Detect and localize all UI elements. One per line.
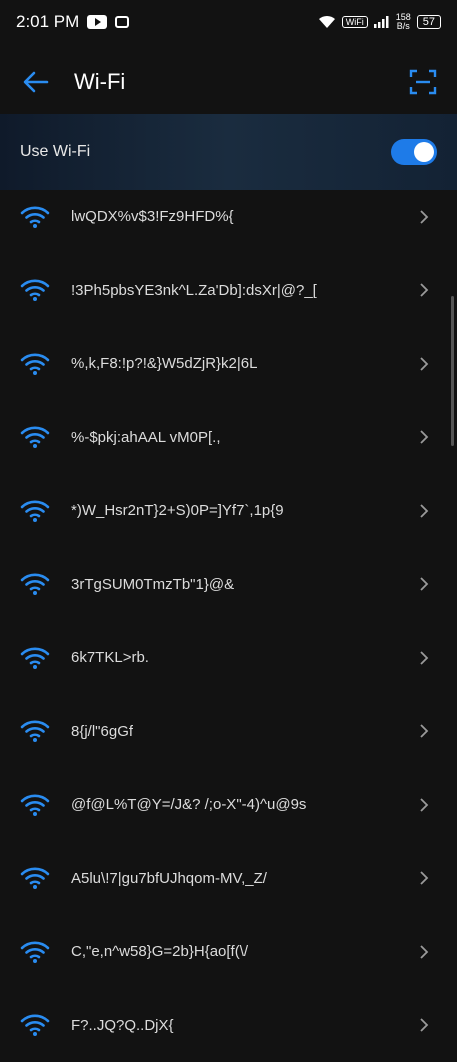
status-time: 2:01 PM	[16, 12, 79, 32]
network-item[interactable]: A5lu\!7|gu7bfUJhqom-MV,_Z/	[0, 842, 457, 916]
chevron-right-icon	[419, 870, 429, 886]
wifi-badge: WiFi	[342, 16, 368, 28]
back-button[interactable]	[16, 62, 56, 102]
network-name: C,"e,n^w58}G=2b}H{ao[f(\/	[71, 943, 248, 960]
network-item[interactable]: 8{j/l"6gGf	[0, 695, 457, 769]
network-name: !3Ph5pbsYE3nk^L.Za'Db]:dsXr|@?_[	[71, 282, 317, 299]
network-name: A5lu\!7|gu7bfUJhqom-MV,_Z/	[71, 870, 267, 887]
wifi-icon	[20, 352, 50, 376]
network-name: %-$pkj:ahAAL vM0P[.,	[71, 429, 221, 446]
wifi-icon	[20, 646, 50, 670]
wifi-icon	[20, 940, 50, 964]
chevron-right-icon	[419, 650, 429, 666]
scan-qr-button[interactable]	[407, 66, 439, 98]
chevron-right-icon	[419, 1017, 429, 1033]
wifi-icon	[20, 499, 50, 523]
network-item[interactable]: 3rTgSUM0TmzTb"1}@&	[0, 548, 457, 622]
battery-indicator: 57	[417, 15, 441, 29]
wifi-icon	[20, 278, 50, 302]
page-title: Wi-Fi	[74, 69, 125, 95]
network-name: lwQDX%v$3!Fz9HFD%{	[71, 208, 234, 225]
speed-unit: B/s	[396, 22, 411, 31]
network-item[interactable]: lwQDX%v$3!Fz9HFD%{	[0, 180, 457, 254]
chevron-right-icon	[419, 282, 429, 298]
scrollbar[interactable]	[451, 296, 454, 446]
network-name: 8{j/l"6gGf	[71, 723, 133, 740]
message-icon	[115, 16, 129, 28]
use-wifi-toggle[interactable]	[391, 139, 437, 165]
qr-scan-icon	[407, 66, 439, 98]
network-speed: 158 B/s	[396, 13, 411, 31]
status-bar: 2:01 PM WiFi 158 B/s 57	[0, 0, 457, 44]
network-name: %,k,F8:!p?!&}W5dZjR}k2|6L	[71, 355, 257, 372]
network-item[interactable]: F?..JQ?Q..DjX{	[0, 989, 457, 1062]
use-wifi-row: Use Wi-Fi	[0, 114, 457, 190]
network-name: F?..JQ?Q..DjX{	[71, 1017, 174, 1034]
network-name: @f@L%T@Y=/J&? /;o-X"-4)^u@9s	[71, 796, 306, 813]
status-right: WiFi 158 B/s 57	[318, 13, 441, 31]
network-item[interactable]: !3Ph5pbsYE3nk^L.Za'Db]:dsXr|@?_[	[0, 254, 457, 328]
network-item[interactable]: *)W_Hsr2nT}2+S)0P=]Yf7`,1p{9	[0, 474, 457, 548]
chevron-right-icon	[419, 797, 429, 813]
chevron-right-icon	[419, 356, 429, 372]
network-item[interactable]: 6k7TKL>rb.	[0, 621, 457, 695]
chevron-right-icon	[419, 503, 429, 519]
wifi-icon	[20, 719, 50, 743]
youtube-icon	[87, 15, 107, 29]
wifi-signal-icon	[318, 15, 336, 29]
network-list: lwQDX%v$3!Fz9HFD%{ !3Ph5pbsYE3nk^L.Za'Db]…	[0, 180, 457, 1062]
use-wifi-label: Use Wi-Fi	[20, 143, 90, 161]
chevron-right-icon	[419, 944, 429, 960]
chevron-right-icon	[419, 209, 429, 225]
arrow-left-icon	[23, 71, 49, 93]
wifi-icon	[20, 1013, 50, 1037]
cell-signal-icon	[374, 16, 390, 28]
network-item[interactable]: %-$pkj:ahAAL vM0P[.,	[0, 401, 457, 475]
chevron-right-icon	[419, 576, 429, 592]
wifi-icon	[20, 205, 50, 229]
chevron-right-icon	[419, 723, 429, 739]
network-item[interactable]: @f@L%T@Y=/J&? /;o-X"-4)^u@9s	[0, 768, 457, 842]
wifi-icon	[20, 793, 50, 817]
network-name: *)W_Hsr2nT}2+S)0P=]Yf7`,1p{9	[71, 502, 284, 519]
network-name: 6k7TKL>rb.	[71, 649, 149, 666]
wifi-icon	[20, 572, 50, 596]
status-left: 2:01 PM	[16, 12, 129, 32]
wifi-icon	[20, 425, 50, 449]
wifi-icon	[20, 866, 50, 890]
toggle-knob	[414, 142, 434, 162]
network-name: 3rTgSUM0TmzTb"1}@&	[71, 576, 234, 593]
network-item[interactable]: %,k,F8:!p?!&}W5dZjR}k2|6L	[0, 327, 457, 401]
chevron-right-icon	[419, 429, 429, 445]
network-item[interactable]: C,"e,n^w58}G=2b}H{ao[f(\/	[0, 915, 457, 989]
app-bar: Wi-Fi	[0, 54, 457, 110]
